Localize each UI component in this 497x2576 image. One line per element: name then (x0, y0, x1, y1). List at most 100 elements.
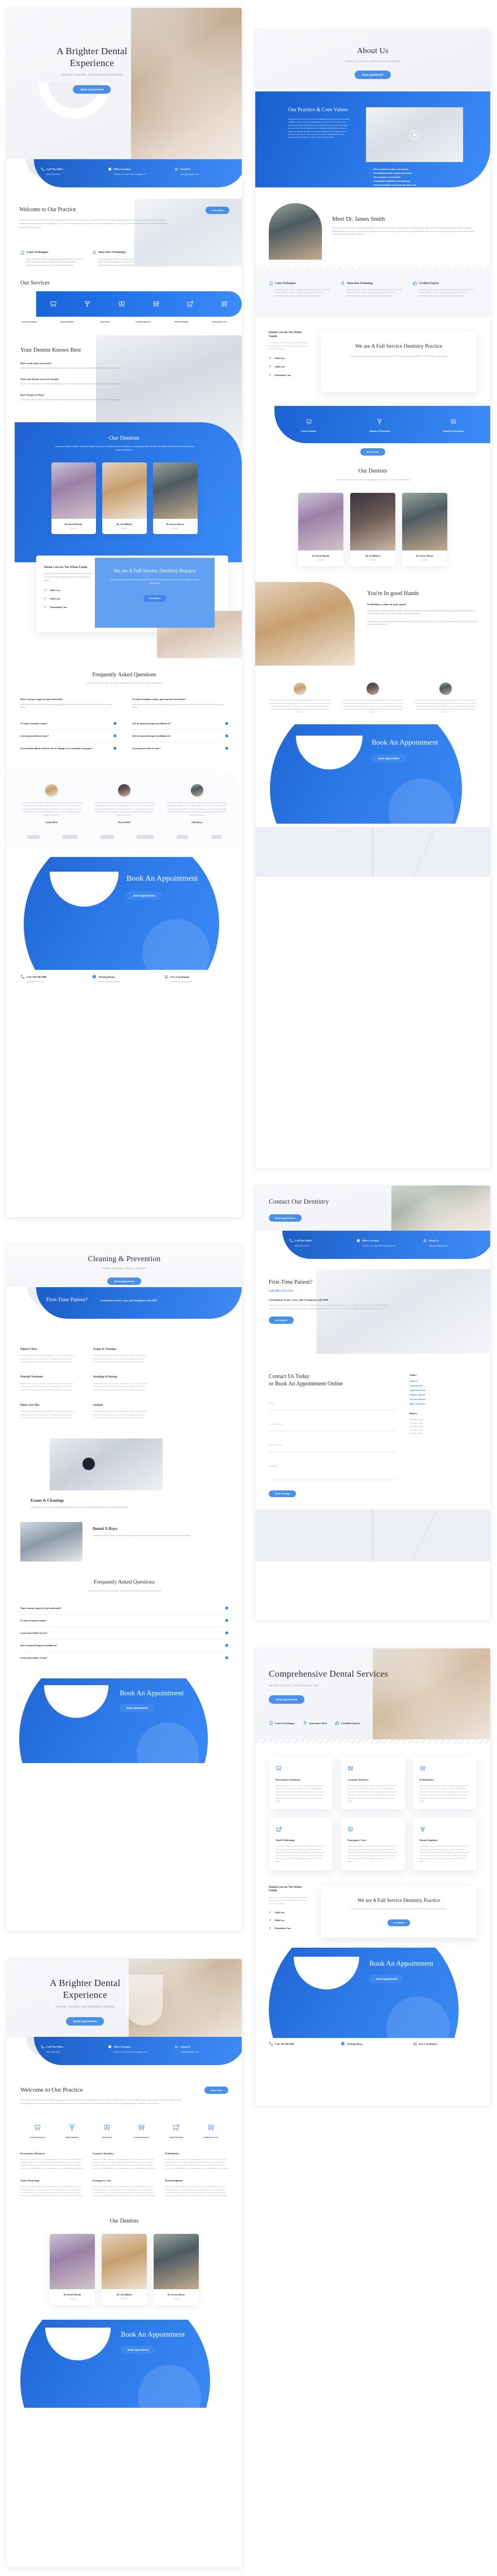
footer-link[interactable]: Appointment Info (409, 1389, 477, 1392)
contact-item[interactable]: Email Us hello@dentistry.com (423, 1239, 490, 1247)
dentist-card[interactable]: Dr. David Martin Dentist (50, 2234, 95, 2306)
contact-item[interactable]: Call The Office (394) 289-2100 (41, 2045, 108, 2053)
footer-item[interactable]: Working Hours Monday-Saturday 8am-5pm (92, 974, 156, 984)
dentist-card[interactable]: Dr. David Martin Dentist (51, 462, 96, 534)
book-appointment-button[interactable]: Book Appointment (120, 1703, 155, 1712)
book-appointment-button[interactable]: Book Appointment (372, 754, 407, 763)
faq-toggle-icon[interactable] (225, 1631, 228, 1634)
form-field-name[interactable]: Name (269, 1397, 396, 1411)
footer-link[interactable]: Payment Options (409, 1394, 477, 1396)
faq-item-open[interactable]: Donec rutrum congue leo eget malesuada? … (20, 698, 116, 710)
faq-item[interactable]: Lorem ipsum dolor sit ame? (20, 1652, 228, 1664)
service-icon-item[interactable]: Cosmetic Dentistry (124, 2123, 159, 2138)
faq-item[interactable]: Ut enim ad minim veniam? (20, 1615, 228, 1627)
service-bar-item[interactable]: Implants & Restoration (369, 417, 390, 432)
first-time-phone[interactable]: Call (462) 233-2352 (269, 1289, 389, 1293)
service-card[interactable]: Cosmetic Dentistry Lorem ipsum dolor sit… (93, 2152, 156, 2171)
book-appointment-button[interactable]: Book Appointment (66, 2017, 104, 2026)
book-appointment-button[interactable]: Book Appointment (269, 1695, 305, 1704)
faq-item[interactable]: Sed do eiusmod tempor incididunt ut? (132, 718, 228, 730)
all-services-button[interactable]: All Services (360, 448, 386, 456)
tooth-braces-icon[interactable] (152, 300, 160, 308)
faq-item[interactable]: Lorem ipsum dolor sit ame? (20, 730, 116, 742)
tooth-crack-icon[interactable] (118, 300, 125, 308)
service-card[interactable]: Orthodontics Lorem ipsum dolor sit amet,… (165, 2152, 228, 2171)
faq-toggle-icon[interactable] (225, 1606, 228, 1610)
learn-more-button[interactable]: Learn More (206, 207, 229, 214)
service-card[interactable]: Dental Implants Lorem ipsum dolor sit am… (412, 1817, 477, 1870)
faq-toggle-icon[interactable] (114, 722, 116, 725)
faq-item[interactable]: Excercitation ullamco laboris nisi ut al… (20, 742, 116, 754)
faq-item[interactable]: Ut enim ad minim veniam? (20, 718, 116, 730)
dentist-card[interactable]: Dr. David Martin Dentist (298, 493, 343, 567)
service-icon-item[interactable]: Dental Implants (55, 2123, 89, 2138)
dentist-card[interactable]: Dr. Jen Ballard Dentist (102, 2234, 147, 2306)
contact-map[interactable] (255, 1510, 490, 1562)
book-appointment-button[interactable]: Book Appointment (127, 891, 163, 900)
faq-item[interactable]: Donec rutrum congue leo eget malesuada? (20, 1602, 228, 1615)
service-bar-item[interactable]: Implants & Restoration (443, 417, 464, 432)
service-icon-item[interactable]: Orthodontic Care (194, 2123, 228, 2138)
get-started-button[interactable]: Get Started (269, 1317, 294, 1324)
get-started-button[interactable]: Get Started (387, 1919, 411, 1927)
book-appointment-button[interactable]: Book Appointment (269, 1214, 302, 1222)
faq-toggle-icon[interactable] (225, 747, 228, 750)
tooth-ortho-icon[interactable] (221, 300, 228, 308)
service-card[interactable]: Tooth Whitening Lorem ipsum dolor sit am… (269, 1817, 333, 1870)
form-field-email[interactable]: Email Address (269, 1418, 396, 1432)
book-appointment-button[interactable]: Book Appointment (369, 1974, 404, 1983)
service-card[interactable]: Tooth Whitening Lorem ipsum dolor sit am… (20, 2179, 84, 2198)
send-message-button[interactable]: Send Message (269, 1490, 297, 1498)
faq-item[interactable]: Lorem ipsum dolor sit ame? (132, 742, 228, 754)
contact-item[interactable]: Office Location 1234 Div St. #100 San Fr… (108, 2045, 175, 2053)
service-icon-item[interactable]: Restoration (90, 2123, 124, 2138)
dentist-card[interactable]: Dr. Steven Moore Dentist (402, 493, 447, 567)
faq-item[interactable]: Sed do eiusmod tempor incididunt ut? (20, 1639, 228, 1652)
faq-item[interactable]: Sed do eiusmod tempor incididunt ut? (132, 730, 228, 742)
form-field-message[interactable]: Message (269, 1459, 396, 1481)
service-card[interactable]: Cosmetic Dentistry Lorem ipsum dolor sit… (341, 1757, 405, 1810)
contact-item[interactable]: Email Us hello@dentistry.com (175, 167, 242, 176)
form-field-phone[interactable]: Phone Number (269, 1438, 396, 1453)
faq-toggle-icon[interactable] (225, 734, 228, 737)
dentist-card[interactable]: Dr. Ire Ballard Dentist (350, 493, 395, 567)
footer-link[interactable]: Map & Directions (409, 1403, 477, 1405)
book-appointment-button[interactable]: Book Appointment (73, 85, 111, 94)
dentist-card[interactable]: Dr. Steven Moore Dentist (154, 2234, 199, 2306)
dentist-card[interactable]: Dr. Steven Moore Dentist (152, 462, 198, 534)
faq-toggle-icon[interactable] (225, 722, 228, 725)
service-card[interactable]: Dental Implants Lorem ipsum dolor sit am… (165, 2179, 228, 2198)
footer-link[interactable]: Pay Your Balance (409, 1398, 477, 1401)
contact-item[interactable]: Call The Office (394) 289-2100 (289, 1239, 356, 1247)
faq-toggle-icon[interactable] (114, 734, 116, 737)
footer-item[interactable]: Call: 394-288-2008 (269, 2041, 333, 2046)
faq-item-open[interactable]: Ut enim ad minim veniam, quis nostrud ex… (132, 698, 228, 710)
service-card[interactable]: Emergency Care Lorem ipsum dolor sit ame… (93, 2179, 156, 2198)
faq-toggle-icon[interactable] (225, 1619, 228, 1622)
tooth-icon[interactable] (50, 300, 57, 308)
service-bar-item[interactable]: General Cleaning (301, 417, 316, 432)
tooth-sparkle-icon[interactable] (186, 300, 194, 308)
footer-link[interactable]: Insurance Info (409, 1385, 477, 1387)
book-appointment-button[interactable]: Book Appointment (121, 2345, 156, 2354)
service-card[interactable]: Orthodontics Lorem ipsum dolor sit amet,… (412, 1757, 477, 1810)
values-video-thumb[interactable] (366, 107, 463, 162)
contact-item[interactable]: Office Location 1234 Div St. #100 San Fr… (356, 1239, 424, 1247)
service-card[interactable]: Emergency Care Lorem ipsum dolor sit ame… (341, 1817, 405, 1870)
service-card[interactable]: Preventative Dentistry Lorem ipsum dolor… (269, 1757, 333, 1810)
footer-link[interactable]: Email Us (409, 1380, 477, 1383)
faq-item[interactable]: Lorem ipsum dolor sit ame? (20, 1627, 228, 1639)
service-icon-item[interactable]: Teeth Whitening (159, 2123, 193, 2138)
contact-item[interactable]: Office Location 1234 Div St. #100 San Fr… (108, 167, 175, 176)
play-icon[interactable] (409, 130, 420, 139)
service-icon-item[interactable]: General Checkups (20, 2123, 55, 2138)
book-appointment-button[interactable]: Book Appointment (355, 70, 391, 79)
implant-icon[interactable] (84, 300, 91, 308)
dentist-card[interactable]: Dr. Jen Ballard Dentist (102, 462, 147, 534)
footer-item[interactable]: Free Consultation (413, 2041, 477, 2046)
faq-toggle-icon[interactable] (225, 1656, 228, 1659)
about-map[interactable] (255, 826, 490, 877)
footer-item[interactable]: Free Consultation Lorem ipsum dolor sit … (164, 974, 228, 984)
contact-item[interactable]: Email Us hello@dentistry.com (175, 2045, 242, 2053)
book-appointment-button[interactable]: Book Appointment (107, 1277, 141, 1285)
